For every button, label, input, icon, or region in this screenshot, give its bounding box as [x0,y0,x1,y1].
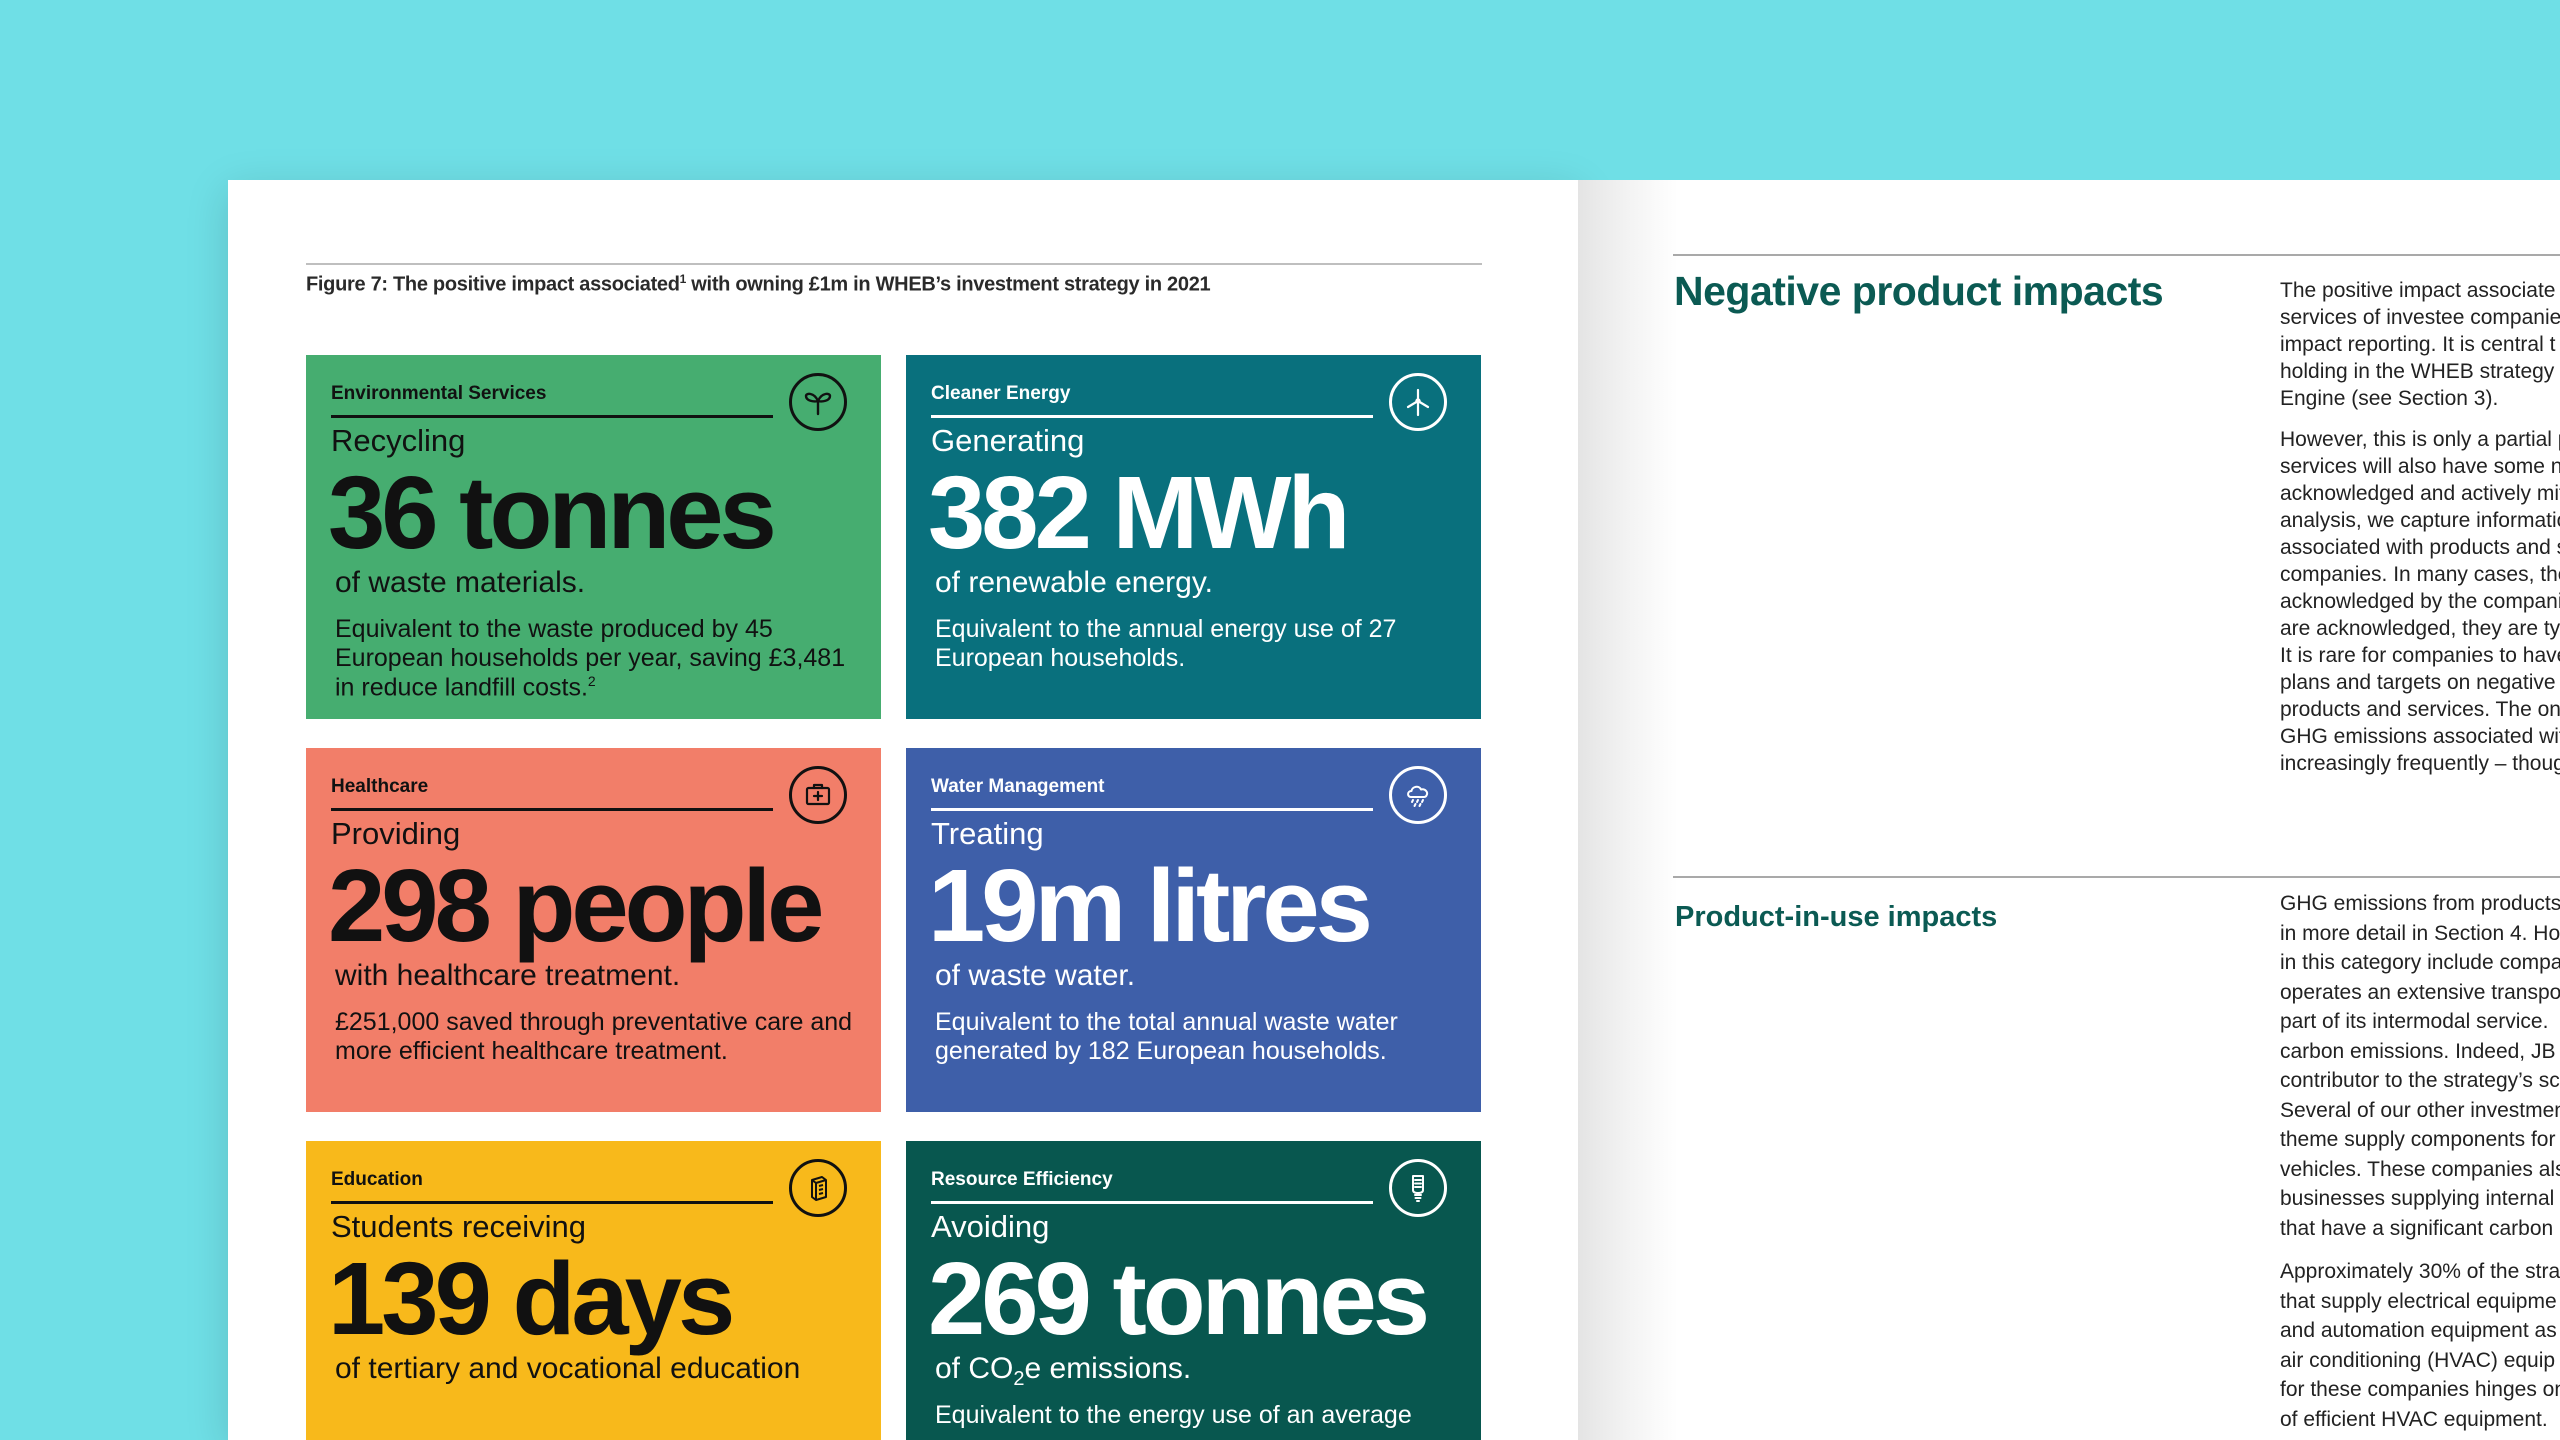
body-paragraph: However, this is only a partial p servic… [2280,428,2560,775]
body-paragraph: The positive impact associate services o… [2280,279,2560,410]
impact-card-healthcare: Healthcare Providing 298 people with hea… [306,748,881,1112]
card-category-row: Cleaner Energy [931,383,1373,418]
wind-turbine-icon [1389,373,1447,431]
card-category-row: Healthcare [331,776,773,811]
card-verb: Providing [331,816,461,851]
medical-kit-icon [789,766,847,824]
card-description: Equivalent to the total annual waste wat… [935,1008,1398,1065]
rain-cloud-icon [1389,766,1447,824]
card-category-row: Resource Efficiency [931,1169,1373,1204]
card-subtitle: of waste water. [935,959,1136,992]
card-headline-value: 269 tonnes [928,1241,1430,1356]
card-category: Cleaner Energy [931,383,1071,404]
card-verb: Treating [931,816,1044,851]
body-paragraph: Approximately 30% of the stra that suppl… [2280,1260,2560,1431]
card-description: Equivalent to the waste produced by 45 E… [335,615,846,701]
card-subtitle: of waste materials. [335,566,586,599]
product-in-use-body: GHG emissions from products in more deta… [2280,889,2560,1440]
card-headline-value: 382 MWh [928,455,1350,570]
impact-card-cleaner-energy: Cleaner Energy Generating 382 MWh of ren… [906,355,1481,719]
card-description: Equivalent to the annual energy use of 2… [935,615,1397,672]
body-paragraph: GHG emissions from products in more deta… [2280,892,2560,1240]
impact-card-water-management: Water Management Treating 19m litres of … [906,748,1481,1112]
section-heading-negative-product-impacts: Negative product impacts [1674,268,2164,314]
card-subtitle: of renewable energy. [935,566,1213,599]
card-subtitle: of tertiary and vocational education [335,1352,801,1385]
impact-card-education: Education Students receiving 139 days of… [306,1141,881,1440]
report-page-right: Negative product impacts The positive im… [1578,180,2560,1440]
section-rule [1673,254,2560,256]
section-rule [1673,876,2560,878]
card-subtitle: with healthcare treatment. [335,959,681,992]
card-description: £251,000 saved through preventative care… [335,1008,853,1065]
figure-rule [306,263,1482,265]
card-category: Education [331,1169,423,1190]
card-subtitle: of CO2e emissions. [935,1352,1192,1390]
sprout-icon [789,373,847,431]
card-verb: Students receiving [331,1209,587,1244]
card-headline-value: 139 days [328,1241,735,1356]
light-bulb-icon [1389,1159,1447,1217]
card-category: Water Management [931,776,1105,797]
negative-impacts-body: The positive impact associate services o… [2280,277,2560,791]
card-category-row: Education [331,1169,773,1204]
card-verb: Generating [931,423,1085,458]
card-headline-value: 298 people [328,848,824,963]
card-category: Resource Efficiency [931,1169,1113,1190]
card-category: Healthcare [331,776,429,797]
impact-card-environmental-services: Environmental Services Recycling 36 tonn… [306,355,881,719]
card-category-row: Environmental Services [331,383,773,418]
card-headline-value: 19m litres [928,848,1373,963]
card-verb: Recycling [331,423,466,458]
figure-caption: Figure 7: The positive impact associated… [306,272,1211,296]
card-category: Environmental Services [331,383,547,404]
card-category-row: Water Management [931,776,1373,811]
section-heading-product-in-use-impacts: Product-in-use impacts [1675,901,1998,933]
card-headline-value: 36 tonnes [328,455,777,570]
book-icon [789,1159,847,1217]
card-verb: Avoiding [931,1209,1050,1244]
impact-card-resource-efficiency: Resource Efficiency Avoiding 269 tonnes … [906,1141,1481,1440]
card-description: Equivalent to the energy use of an avera… [935,1401,1412,1429]
report-page-left: Figure 7: The positive impact associated… [228,180,1578,1440]
